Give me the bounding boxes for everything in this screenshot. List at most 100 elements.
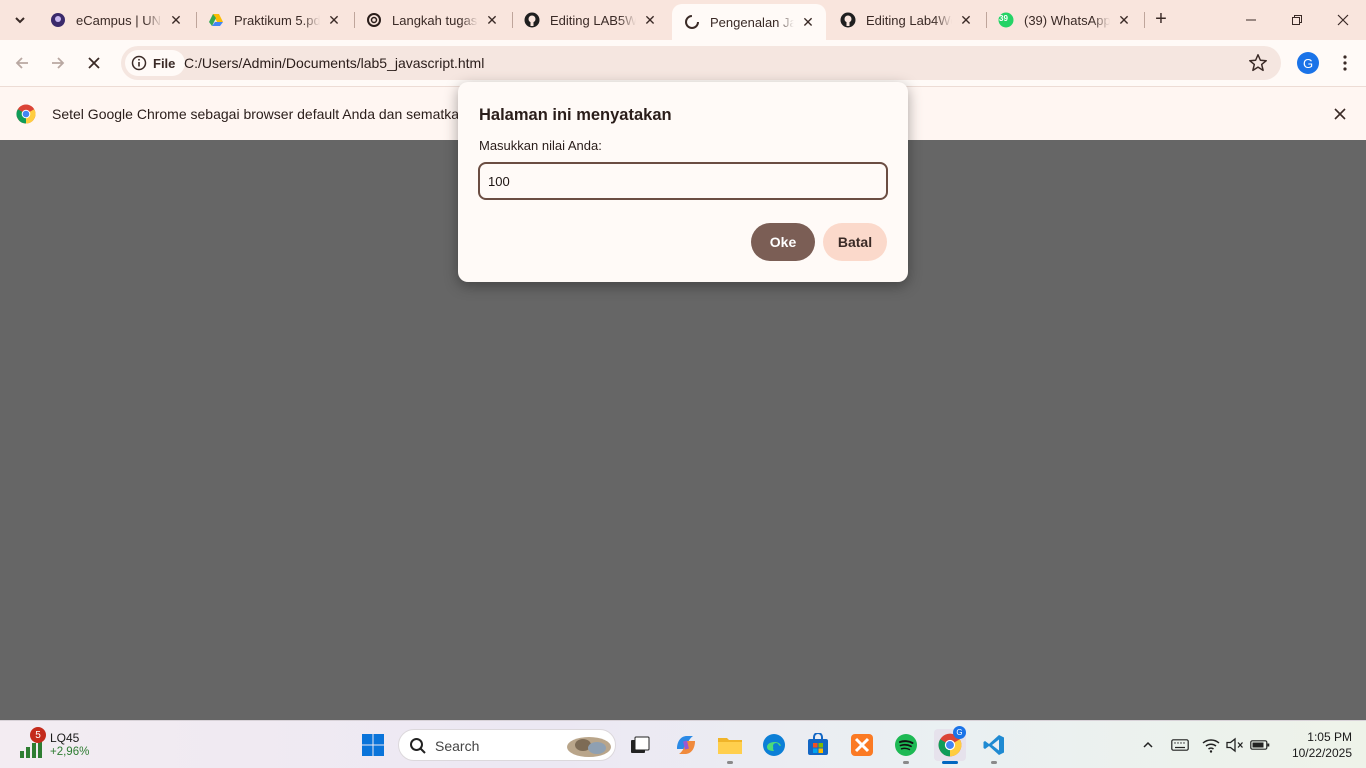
tab-title: Praktikum 5.pdf (234, 12, 320, 28)
stock-name: LQ45 (50, 731, 80, 745)
vscode-icon (983, 735, 1004, 755)
github-favicon (840, 12, 856, 28)
infobar-close-button[interactable] (1330, 104, 1350, 124)
tab-title: Editing LAB5WEB (550, 12, 636, 28)
chrome-menu-button[interactable] (1333, 51, 1357, 75)
battery-tray-button[interactable] (1248, 733, 1272, 757)
task-view-icon (631, 736, 650, 753)
prompt-input[interactable] (478, 162, 888, 200)
windows-logo-icon (362, 734, 384, 756)
close-icon[interactable]: ✕ (800, 14, 816, 30)
github-favicon (524, 12, 540, 28)
chrome-profile-badge: G (953, 726, 966, 739)
task-view-button[interactable] (624, 729, 656, 761)
tab-langkah[interactable]: Langkah tugas J ✕ (354, 4, 510, 36)
page-favicon (684, 14, 700, 30)
browser-toolbar: File C:/Users/Admin/Documents/lab5_javas… (0, 40, 1366, 86)
forward-button[interactable] (44, 49, 72, 77)
close-icon[interactable]: ✕ (642, 12, 658, 28)
stock-change: +2,96% (50, 746, 90, 758)
chatgpt-favicon (366, 12, 382, 28)
cancel-button[interactable]: Batal (823, 223, 887, 261)
dialog-prompt-label: Masukkan nilai Anda: (479, 138, 602, 153)
xampp-button[interactable] (846, 729, 878, 761)
edge-button[interactable] (758, 729, 790, 761)
minimize-button[interactable] (1228, 0, 1274, 40)
prompt-dialog: Halaman ini menyatakan Masukkan nilai An… (458, 82, 908, 282)
vscode-button[interactable] (978, 729, 1010, 764)
notification-badge: 5 (30, 727, 46, 743)
chrome-taskbar-button[interactable]: G (934, 726, 966, 764)
plus-icon: + (1155, 7, 1167, 30)
chrome-logo-icon (16, 104, 36, 124)
site-info-chip[interactable]: File (125, 50, 186, 76)
tab-editing-lab5web[interactable]: Editing LAB5WEB ✕ (512, 4, 668, 36)
taskbar-search[interactable]: Search (398, 729, 616, 761)
copilot-button[interactable] (670, 729, 702, 761)
close-icon[interactable]: ✕ (484, 12, 500, 28)
show-hidden-icons-button[interactable] (1136, 733, 1160, 757)
battery-icon (1250, 740, 1270, 750)
tab-praktikum[interactable]: Praktikum 5.pdf ✕ (196, 4, 352, 36)
clock-time: 1:05 PM (1307, 730, 1352, 744)
search-label: Search (435, 738, 480, 754)
close-icon (1337, 14, 1349, 26)
close-icon[interactable]: ✕ (1116, 12, 1132, 28)
close-icon (88, 57, 100, 69)
arrow-right-icon (52, 57, 65, 69)
google-drive-favicon (208, 12, 224, 28)
keyboard-icon (1171, 739, 1189, 751)
tab-search-button[interactable] (6, 6, 34, 34)
copilot-icon (677, 736, 695, 754)
ok-button[interactable]: Oke (751, 223, 815, 261)
volume-tray-button[interactable] (1223, 733, 1247, 757)
tab-ecampus[interactable]: eCampus | UNIV ✕ (38, 4, 194, 36)
tab-title: eCampus | UNIV (76, 12, 162, 28)
wifi-icon (1202, 739, 1220, 753)
ecampus-favicon (50, 12, 66, 28)
taskbar-clock[interactable]: 1:05 PM 10/22/2025 (1278, 729, 1352, 761)
address-bar[interactable]: File C:/Users/Admin/Documents/lab5_javas… (121, 46, 1281, 80)
tab-editing-lab4web[interactable]: Editing Lab4Web ✕ (828, 4, 984, 36)
tab-whatsapp[interactable]: 39 (39) WhatsApp ✕ (986, 4, 1142, 36)
windows-taskbar: 5 LQ45 +2,96% Search G 1:05 PM 10/22/202… (0, 720, 1366, 768)
ms-store-button[interactable] (802, 729, 834, 761)
arrow-left-icon (15, 57, 28, 69)
tab-title: Langkah tugas J (392, 12, 478, 28)
url-text[interactable]: C:/Users/Admin/Documents/lab5_javascript… (184, 55, 484, 71)
tab-strip: eCampus | UNIV ✕ Praktikum 5.pdf ✕ Langk… (0, 0, 1366, 40)
whatsapp-badge: 39 (999, 14, 1008, 23)
tab-title: Editing Lab4Web (866, 12, 952, 28)
tab-title: (39) WhatsApp (1024, 12, 1110, 28)
whatsapp-favicon: 39 (998, 12, 1014, 28)
clock-date: 10/22/2025 (1291, 746, 1352, 760)
close-icon[interactable]: ✕ (326, 12, 342, 28)
spotify-icon (895, 734, 917, 756)
profile-avatar[interactable]: G (1297, 52, 1319, 74)
folder-icon (718, 738, 742, 754)
tab-divider (1144, 12, 1145, 28)
info-icon (131, 55, 147, 71)
more-vertical-icon (1343, 55, 1347, 71)
tab-pengenalan-java[interactable]: Pengenalan Java ✕ (672, 4, 826, 40)
stock-widget[interactable]: 5 LQ45 +2,96% (16, 727, 106, 763)
chevron-up-icon (1143, 741, 1153, 748)
spotify-button[interactable] (890, 729, 922, 764)
back-button[interactable] (8, 49, 36, 77)
xampp-icon (851, 734, 873, 756)
scheme-label: File (153, 55, 176, 71)
close-icon[interactable]: ✕ (168, 12, 184, 28)
keyboard-tray-button[interactable] (1168, 733, 1192, 757)
search-icon (410, 738, 426, 754)
stop-loading-button[interactable] (80, 49, 108, 77)
bookmark-star-icon[interactable] (1247, 52, 1269, 74)
wifi-tray-button[interactable] (1199, 733, 1223, 757)
search-highlight-image-icon (567, 737, 611, 757)
file-explorer-button[interactable] (714, 729, 746, 764)
new-tab-button[interactable]: + (1150, 8, 1172, 30)
restore-icon (1292, 15, 1302, 25)
restore-button[interactable] (1274, 0, 1320, 40)
close-window-button[interactable] (1320, 0, 1366, 40)
start-button[interactable] (357, 729, 389, 761)
close-icon[interactable]: ✕ (958, 12, 974, 28)
